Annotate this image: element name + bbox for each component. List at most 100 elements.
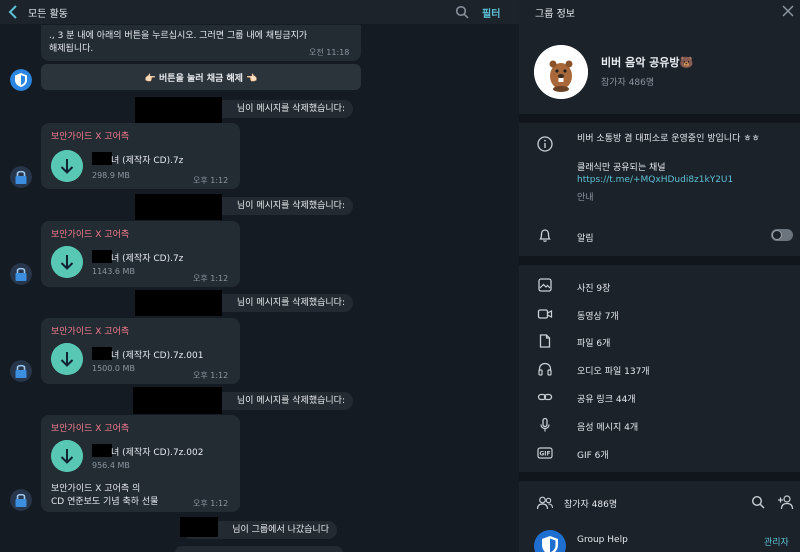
file-icon (539, 334, 551, 348)
chat-title: 모든 활동 (28, 9, 68, 20)
bot-message-line2: 해제됩니다. (49, 44, 94, 54)
member-role: 관리자 (764, 538, 789, 548)
group-avatar-beaver-icon[interactable] (534, 45, 588, 99)
file-message-bubble: 보안가이드 X 고어측 녀 (제작자 CD).7z.001 1500.0 MB … (41, 318, 240, 384)
redacted-username (135, 97, 222, 123)
filter-button[interactable]: 필터 (482, 5, 500, 20)
sender-avatar-lock-icon (10, 166, 32, 188)
message-time: 오후 1:12 (193, 274, 229, 283)
file-size: 1143.6 MB (92, 267, 135, 276)
voice-icon (540, 417, 550, 432)
next-system-message (175, 546, 343, 552)
redacted-filename (92, 347, 112, 360)
redacted-filename (92, 152, 112, 165)
file-name: 녀 (제작자 CD).7z.001 (111, 351, 204, 361)
invite-link[interactable]: https://t.me/+MQxHDudi8z1kY2U1 (577, 175, 733, 185)
system-message-text: 님이 메시지를 삭제했습니다: (236, 104, 345, 114)
media-gifs[interactable]: GIF 6개 (577, 448, 609, 461)
download-icon[interactable] (51, 343, 83, 375)
system-message-text: 님이 메시지를 삭제했습니다: (236, 396, 345, 406)
member-row[interactable]: Group Help 관리자 (519, 522, 800, 552)
download-icon[interactable] (51, 246, 83, 278)
group-description-line2: 클래식만 공유되는 채널 (577, 163, 666, 173)
redacted-username (135, 290, 222, 316)
info-icon (537, 136, 553, 152)
section-divider (519, 256, 800, 265)
link-icon (537, 393, 553, 401)
audio-icon (538, 362, 552, 376)
video-icon (537, 309, 553, 319)
download-icon[interactable] (51, 150, 83, 182)
sender-name: 보안가이드 X 고어측 (51, 230, 130, 240)
sender-avatar-lock-icon (10, 489, 32, 511)
group-info-panel: 그룹 정보 비버 음악 공유방🐻 참가자 486명 비버 소통방 겸 대피소로 … (519, 0, 800, 552)
unban-button[interactable]: 👉🏻 버튼을 눌러 채금 해제 👈🏻 (41, 64, 361, 90)
search-members-icon[interactable] (751, 495, 765, 509)
file-message-bubble: 보안가이드 X 고어측 녀 (제작자 CD).7z 298.9 MB 오후 1:… (41, 123, 240, 189)
file-message-bubble: 보안가이드 X 고어측 녀 (제작자 CD).7z.002 956.4 MB 보… (41, 415, 240, 512)
file-size: 956.4 MB (92, 461, 130, 470)
notifications-toggle[interactable] (771, 229, 793, 241)
media-audio[interactable]: 오디오 파일 137개 (577, 364, 650, 377)
file-name: 녀 (제작자 CD).7z (111, 156, 184, 166)
file-message-bubble: 보안가이드 X 고어측 녀 (제작자 CD).7z 1143.6 MB 오후 1… (41, 221, 240, 287)
redacted-username (133, 387, 222, 414)
system-message-text: 님이 메시지를 삭제했습니다: (236, 201, 345, 211)
media-links[interactable]: 공유 링크 44개 (577, 392, 636, 405)
description-sublabel: 안내 (577, 193, 594, 203)
bell-icon (539, 229, 551, 242)
redacted-filename (92, 250, 112, 263)
media-videos[interactable]: 동영상 7개 (577, 309, 619, 322)
members-header: 참가자 486명 (564, 500, 618, 510)
media-photos[interactable]: 사진 9장 (577, 281, 610, 294)
sender-name: 보안가이드 X 고어측 (51, 424, 130, 434)
redacted-username (180, 517, 218, 537)
media-voice[interactable]: 음성 메시지 4개 (577, 420, 638, 433)
system-message-text: 님이 그룹에서 나갔습니다 (232, 525, 329, 535)
bot-avatar (10, 69, 32, 91)
unban-button-label: 👉🏻 버튼을 눌러 채금 해제 👈🏻 (144, 74, 258, 84)
message-time: 오후 1:12 (193, 176, 229, 185)
member-avatar-shield-icon (534, 530, 566, 552)
members-icon (536, 496, 554, 510)
panel-title: 그룹 정보 (535, 9, 575, 20)
chat-header: 모든 활동 필터 (0, 0, 519, 24)
toggle-knob (772, 230, 782, 240)
system-message-text: 님이 메시지를 삭제했습니다: (236, 298, 345, 308)
group-description-line1: 비버 소통방 겸 대피소로 운영중인 방입니다 ㅎㅎ (577, 134, 760, 144)
group-name: 비버 음악 공유방🐻 (601, 56, 694, 69)
section-divider (519, 114, 800, 123)
section-divider (519, 472, 800, 481)
download-icon[interactable] (51, 440, 83, 472)
message-time: 오후 1:12 (193, 499, 229, 508)
sender-avatar-lock-icon (10, 263, 32, 285)
sender-name: 보안가이드 X 고어측 (51, 132, 130, 142)
file-size: 1500.0 MB (92, 364, 135, 373)
add-member-icon[interactable] (777, 494, 795, 510)
file-caption-line2: CD 연준보도 기념 축하 선물 (51, 497, 159, 507)
redacted-username (135, 194, 222, 220)
photo-icon (538, 278, 552, 292)
close-icon[interactable] (781, 4, 795, 18)
redacted-filename (92, 444, 112, 457)
sender-name: 보안가이드 X 고어측 (51, 327, 130, 337)
svg-text:GIF: GIF (539, 450, 550, 457)
gif-icon: GIF (537, 447, 553, 459)
message-time: 오후 1:12 (193, 371, 229, 380)
file-caption-line1: 보안가이드 X 고어측 의 (51, 484, 141, 494)
back-arrow-icon[interactable] (6, 4, 20, 20)
chat-pane: 모든 활동 필터 ., 3 분 내에 아래의 버튼을 누르십시오. 그러면 그룹… (0, 0, 519, 552)
search-icon[interactable] (455, 5, 469, 19)
file-size: 298.9 MB (92, 171, 130, 180)
notifications-label: 알림 (577, 234, 594, 244)
bot-message-line1: ., 3 분 내에 아래의 버튼을 누르십시오. 그러면 그룹 내에 채팅금지가 (49, 31, 308, 41)
member-count: 참가자 486명 (601, 78, 655, 88)
member-name: Group Help (577, 535, 628, 545)
media-files[interactable]: 파일 6개 (577, 336, 610, 349)
bot-message-bubble: ., 3 분 내에 아래의 버튼을 누르십시오. 그러면 그룹 내에 채팅금지가… (41, 25, 361, 61)
telegram-window: 모든 활동 필터 ., 3 분 내에 아래의 버튼을 누르십시오. 그러면 그룹… (0, 0, 800, 552)
file-name: 녀 (제작자 CD).7z (111, 254, 184, 264)
sender-avatar-lock-icon (10, 360, 32, 382)
file-name: 녀 (제작자 CD).7z.002 (111, 448, 204, 458)
message-time: 오전 11:18 (309, 48, 350, 57)
